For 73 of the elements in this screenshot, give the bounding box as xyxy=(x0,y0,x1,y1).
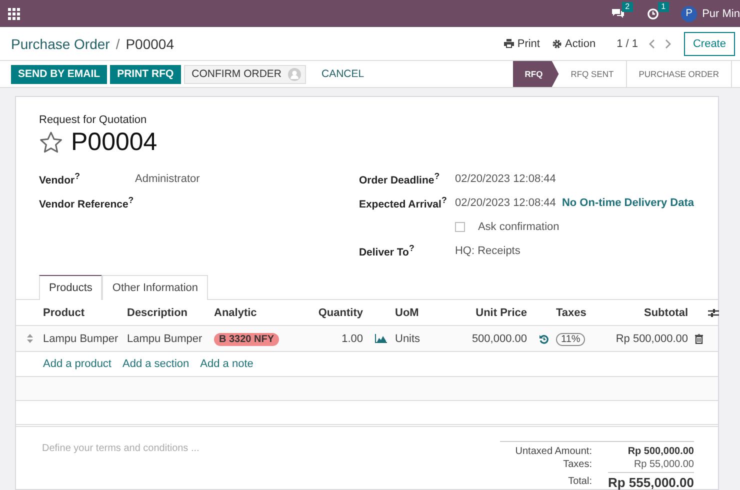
field-label: Expected Arrival$^{?}$ xyxy=(358,195,448,211)
field-value[interactable]: 02/20/2023 12:08:44 xyxy=(454,173,562,185)
field-value[interactable]: 02/20/2023 12:08:44 xyxy=(454,197,562,209)
field-value[interactable]: Administrator xyxy=(135,173,242,185)
form-subtitle: Request for Quotation xyxy=(39,114,148,126)
count-badge: 1 xyxy=(658,2,669,12)
field-label: Order Deadline$^{?}$ xyxy=(358,171,441,187)
table-cell-text: Lampu Bumper xyxy=(127,332,204,344)
user-avatar[interactable]: P xyxy=(681,6,698,22)
action-button[interactable]: SEND BY EMAIL xyxy=(11,64,108,84)
tax-tag: 11% xyxy=(556,332,586,346)
total-label: Untaxed Amount: xyxy=(515,446,592,457)
field-label: Vendor$^{?}$ xyxy=(39,171,81,187)
area-chart-icon[interactable] xyxy=(375,334,387,343)
total-label: Taxes: xyxy=(562,459,592,470)
breadcrumb-current: P00004 xyxy=(126,36,174,52)
confirm-button[interactable]: CONFIRM ORDER xyxy=(184,64,306,84)
field-value[interactable]: HQ: Receipts xyxy=(454,245,562,257)
drag-handle-icon[interactable] xyxy=(26,334,32,343)
star-icon[interactable] xyxy=(39,131,63,154)
apps-menu-icon[interactable] xyxy=(8,8,20,20)
total-value: Rp 55,000.00 xyxy=(632,459,694,470)
breadcrumb-separator: / xyxy=(116,36,120,52)
table-cell-text: Units xyxy=(395,332,422,344)
tab[interactable]: Products xyxy=(39,275,102,300)
next-icon[interactable] xyxy=(664,38,672,48)
table-cell-text: Rp 500,000.00 xyxy=(616,332,689,344)
reset-icon[interactable] xyxy=(538,334,548,344)
checkbox[interactable] xyxy=(454,222,465,232)
grand-total: Rp 555,000.00 xyxy=(608,472,694,490)
action-button[interactable]: Action xyxy=(548,36,599,52)
chat-icon[interactable] xyxy=(611,8,626,20)
delivery-data-link[interactable]: No On-time Delivery Data xyxy=(562,197,694,209)
print-button[interactable]: Print xyxy=(501,36,543,52)
action-button[interactable]: PRINT RFQ xyxy=(110,64,181,84)
field-label: Deliver To$^{?}$ xyxy=(358,243,416,259)
status-step[interactable]: RFQ SENT xyxy=(558,61,627,87)
total-label: Total: xyxy=(567,476,592,486)
field-label: Vendor Reference$^{?}$ xyxy=(39,195,135,211)
trash-icon[interactable] xyxy=(695,334,703,344)
table-cell-text: 1.00 xyxy=(342,332,364,344)
column-header[interactable]: Unit Price xyxy=(476,306,531,318)
printer-icon xyxy=(504,39,514,48)
column-settings-icon[interactable] xyxy=(708,308,718,318)
count-badge: 2 xyxy=(622,2,633,12)
column-header[interactable]: Analytic xyxy=(214,306,301,318)
total-value: Rp 500,000.00 xyxy=(626,446,694,457)
create-button[interactable]: Create xyxy=(684,32,735,56)
user-icon xyxy=(288,68,301,80)
table-cell-text: Lampu Bumper xyxy=(43,332,120,344)
column-header[interactable]: Subtotal xyxy=(644,306,692,318)
column-header[interactable]: Product xyxy=(43,306,127,318)
table-cell-text: 500,000.00 xyxy=(472,332,528,344)
cancel-button[interactable]: CANCEL xyxy=(314,64,372,84)
previous-icon[interactable] xyxy=(648,38,656,48)
add-line-link[interactable]: Add a product xyxy=(43,358,112,370)
column-header[interactable]: Quantity xyxy=(318,306,367,318)
clock-icon[interactable] xyxy=(647,8,660,20)
column-header[interactable]: Description xyxy=(127,306,214,318)
column-header[interactable]: UoM xyxy=(395,306,441,318)
status-step[interactable]: PURCHASE ORDER xyxy=(626,61,732,87)
document-number: P00004 xyxy=(71,128,158,157)
add-line-link[interactable]: Add a section xyxy=(122,358,190,370)
breadcrumb-link[interactable]: Purchase Order xyxy=(11,36,110,52)
pager-text: 1 / 1 xyxy=(616,38,638,50)
analytic-tag: B 3320 NFY xyxy=(214,332,280,346)
tab[interactable]: Other Information xyxy=(102,275,208,300)
column-header[interactable]: Taxes xyxy=(556,306,611,318)
checkbox-label[interactable]: Ask confirmation xyxy=(478,221,560,233)
user-name[interactable]: Pur Min xyxy=(702,8,740,20)
add-line-link[interactable]: Add a note xyxy=(200,358,254,370)
status-step[interactable]: RFQ xyxy=(512,61,559,87)
gear-icon xyxy=(552,38,562,48)
